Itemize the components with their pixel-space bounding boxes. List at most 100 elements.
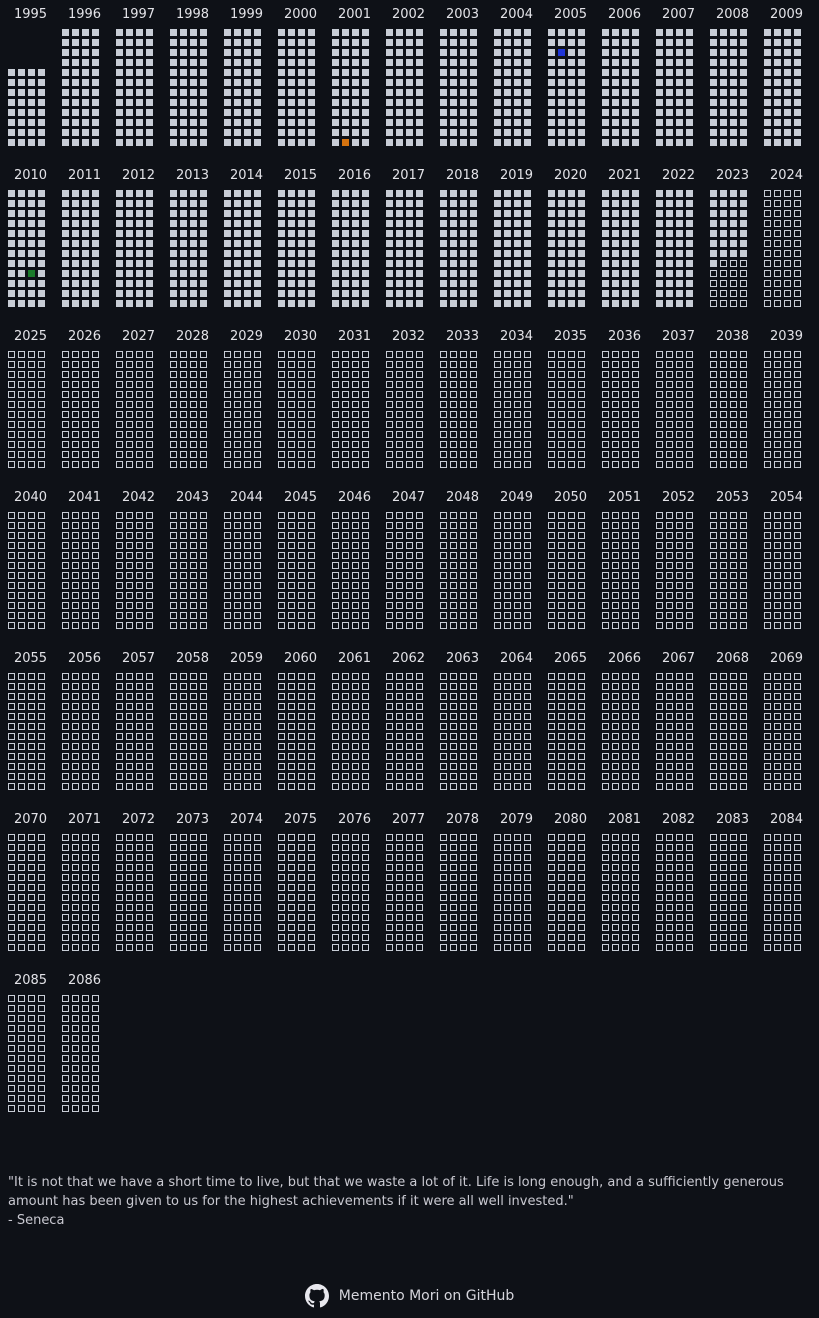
week-cell — [548, 39, 555, 46]
week-cell — [666, 290, 673, 297]
week-cell — [92, 99, 99, 106]
week-cell — [332, 522, 339, 529]
week-cell — [602, 39, 609, 46]
week-cell — [146, 250, 153, 257]
week-cell — [548, 582, 555, 589]
week-cell — [494, 220, 501, 227]
week-cell — [82, 834, 89, 841]
week-cell — [8, 773, 15, 780]
github-link[interactable]: Memento Mori on GitHub — [339, 1288, 514, 1304]
week-cell — [514, 773, 521, 780]
week-cell — [38, 612, 45, 619]
week-cell — [558, 391, 565, 398]
week-cell — [92, 1015, 99, 1022]
week-cell — [548, 904, 555, 911]
week-cell — [514, 834, 521, 841]
week-cell — [298, 89, 305, 96]
week-cell — [794, 250, 801, 257]
week-cell — [450, 129, 457, 136]
week-cell — [278, 753, 285, 760]
week-cell — [18, 995, 25, 1002]
week-cell — [602, 673, 609, 680]
week-cell — [308, 773, 315, 780]
week-cell — [416, 461, 423, 468]
week-cell — [18, 1095, 25, 1102]
week-cell — [514, 713, 521, 720]
week-cell — [362, 723, 369, 730]
week-cell — [794, 230, 801, 237]
week-cell — [440, 763, 447, 770]
week-cell — [622, 200, 629, 207]
week-cell — [180, 703, 187, 710]
week-cell — [416, 693, 423, 700]
week-cell — [244, 79, 251, 86]
year-label: 2032 — [391, 329, 426, 344]
week-cell — [666, 723, 673, 730]
week-cell — [416, 431, 423, 438]
week-cell — [352, 854, 359, 861]
week-cell — [558, 733, 565, 740]
github-icon[interactable] — [304, 1284, 329, 1308]
week-cell — [656, 421, 663, 428]
week-cell — [396, 59, 403, 66]
week-cell — [28, 572, 35, 579]
week-cell — [440, 522, 447, 529]
week-cell — [568, 39, 575, 46]
week-cell — [136, 844, 143, 851]
week-cell — [450, 290, 457, 297]
week-cell — [764, 914, 771, 921]
week-cell — [342, 582, 349, 589]
week-cell — [72, 49, 79, 56]
week-cell — [666, 703, 673, 710]
week-cell — [666, 864, 673, 871]
week-cell — [38, 602, 45, 609]
week-cell — [686, 190, 693, 197]
week-cell — [656, 713, 663, 720]
week-cell — [578, 89, 585, 96]
week-cell — [18, 99, 25, 106]
week-cell — [244, 673, 251, 680]
week-cell — [62, 773, 69, 780]
week-cell — [38, 924, 45, 931]
week-cell — [730, 230, 737, 237]
week-cell — [224, 190, 231, 197]
year-block-2032: 2032 — [386, 322, 434, 477]
week-cell — [308, 240, 315, 247]
week-cell — [548, 592, 555, 599]
week-cell — [666, 713, 673, 720]
week-cell — [602, 441, 609, 448]
week-cell — [740, 713, 747, 720]
week-cell — [244, 763, 251, 770]
week-cell — [406, 904, 413, 911]
week-cell — [126, 713, 133, 720]
week-cell — [622, 904, 629, 911]
week-cell — [632, 753, 639, 760]
week-cell — [558, 854, 565, 861]
week-cell — [450, 431, 457, 438]
week-cell — [784, 29, 791, 36]
week-cell — [362, 894, 369, 901]
week-cell — [568, 723, 575, 730]
week-cell — [686, 894, 693, 901]
week-cell — [470, 391, 477, 398]
year-label: 2070 — [13, 812, 48, 827]
week-cell — [200, 703, 207, 710]
week-cell — [602, 592, 609, 599]
week-cell — [200, 582, 207, 589]
week-cell — [676, 361, 683, 368]
week-cell — [342, 109, 349, 116]
week-cell — [460, 673, 467, 680]
week-cell — [28, 89, 35, 96]
week-cell — [8, 1055, 15, 1062]
week-cell — [548, 250, 555, 257]
year-label: 2000 — [283, 7, 318, 22]
week-cell — [558, 884, 565, 891]
week-cell — [180, 582, 187, 589]
week-cell — [116, 673, 123, 680]
week-cell — [612, 109, 619, 116]
week-cell — [28, 240, 35, 247]
week-cell — [332, 39, 339, 46]
week-cell — [470, 723, 477, 730]
week-cell — [794, 119, 801, 126]
week-cell — [524, 753, 531, 760]
